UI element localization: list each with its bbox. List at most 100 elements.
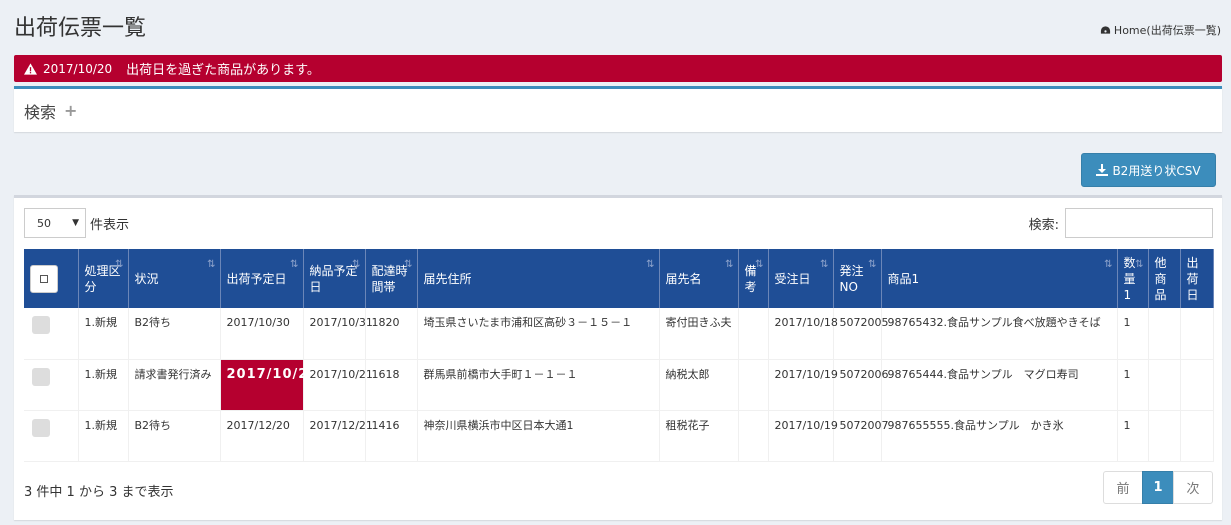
column-header-recipient[interactable]: 届先名 ⇅ (659, 249, 739, 308)
sort-icon: ⇅ (115, 259, 124, 270)
column-header-address[interactable]: 届先住所 ⇅ (417, 249, 660, 308)
page-length-suffix: 件表示 (90, 217, 130, 233)
cell-order-no: 5072007 (833, 410, 889, 462)
cell-process: 1.新規 (78, 410, 129, 462)
table-row[interactable]: 1.新規 B2待ち 2017/12/20 2017/12/21 1416 神奈川… (24, 410, 1214, 462)
table-filter-control: 検索: (1029, 208, 1213, 238)
cell-recipient: 租税花子 (659, 410, 739, 462)
sort-icon: ⇅ (725, 259, 734, 270)
column-header-product[interactable]: 商品1 ⇅ (881, 249, 1118, 308)
cell-recipient: 納税太郎 (659, 359, 739, 411)
row-checkbox[interactable] (32, 367, 50, 386)
cell-recipient: 寄付田きふ夫 (659, 308, 739, 360)
sort-icon: ⇅ (646, 259, 655, 270)
sort-icon: ⇅ (755, 259, 764, 270)
cell-note (738, 359, 769, 411)
cell-ship-date: 2017/10/30 (220, 308, 304, 360)
overdue-alert: 2017/10/20 出荷日を過ぎた商品があります。 (14, 55, 1222, 82)
alert-date: 2017/10/20 (43, 61, 113, 76)
pagination-prev-button[interactable]: 前 (1103, 471, 1143, 504)
column-header-ship-date[interactable]: 出荷予定日 ⇅ (220, 249, 304, 308)
page-length-value: 50 (37, 216, 51, 230)
dashboard-icon (1100, 26, 1111, 34)
table-info: 3 件中 1 から 3 まで表示 (24, 485, 174, 500)
cell-address: 神奈川県横浜市中区日本大通1 (417, 410, 660, 462)
sort-icon: ⇅ (1135, 259, 1144, 270)
cell-order-date: 2017/10/19 (768, 410, 838, 462)
column-header-note[interactable]: 備考 ⇅ (738, 249, 769, 308)
table-row[interactable]: 1.新規 請求書発行済み 2017/10/20 2017/10/21 1618 … (24, 359, 1214, 411)
cell-order-date: 2017/10/18 (768, 308, 838, 360)
column-header-order-no[interactable]: 発注NO ⇅ (833, 249, 882, 308)
cell-other-products (1148, 359, 1181, 411)
column-header-other-products[interactable]: 他商品 (1148, 249, 1181, 308)
cell-process: 1.新規 (78, 359, 129, 411)
select-all-header[interactable] (24, 249, 79, 308)
shipment-table: 処理区分 ⇅ 状況 ⇅ 出荷予定日 ⇅ 納品予定日 ⇅ 配達時間帯 ⇅ 届先住所 ⇅ 届先名… (24, 249, 1214, 462)
search-panel[interactable]: 検索 + (14, 86, 1222, 132)
column-header-status[interactable]: 状況 ⇅ (128, 249, 221, 308)
cell-note (738, 308, 769, 360)
checkbox-icon (40, 274, 48, 283)
breadcrumb-home-link[interactable]: Home(出荷伝票一覧) (1114, 22, 1221, 38)
caret-down-icon: ▼ (72, 218, 79, 228)
shipment-list-box: 50 ▼ 件表示 検索: 処理区分 ⇅ 状況 ⇅ 出荷予定日 ⇅ 納品予定日 ⇅ 配達時… (14, 195, 1222, 520)
cell-order-no: 5072005 (833, 308, 889, 360)
alert-message: 出荷日を過ぎた商品があります。 (126, 63, 320, 78)
table-filter-input[interactable] (1065, 208, 1213, 238)
plus-icon[interactable]: + (64, 101, 77, 120)
cell-other-products (1148, 308, 1181, 360)
row-select-cell[interactable] (24, 410, 79, 462)
sort-icon: ⇅ (352, 259, 361, 270)
pagination-next-button[interactable]: 次 (1173, 471, 1213, 504)
select-all-checkbox[interactable] (30, 264, 58, 293)
page-length-control: 50 ▼ 件表示 (24, 208, 129, 238)
column-header-shipped-date[interactable]: 出荷日 (1180, 249, 1214, 308)
cell-note (738, 410, 769, 462)
column-header-process[interactable]: 処理区分 ⇅ (78, 249, 129, 308)
cell-process: 1.新規 (78, 308, 129, 360)
cell-product: 98765432.食品サンプル食べ放題やきそば (881, 308, 1118, 360)
row-select-cell[interactable] (24, 308, 79, 360)
sort-icon: ⇅ (404, 259, 413, 270)
cell-delivery-date: 2017/10/31 (303, 308, 373, 360)
search-panel-title: 検索 (24, 102, 57, 122)
warning-icon (24, 62, 37, 75)
pagination-page-1[interactable]: 1 (1142, 471, 1174, 504)
row-checkbox[interactable] (32, 316, 50, 334)
cell-product: 98765444.食品サンプル マグロ寿司 (881, 359, 1118, 411)
cell-shipped-date (1180, 410, 1214, 462)
cell-time-slot: 1820 (365, 308, 418, 360)
cell-order-no: 5072006 (833, 359, 889, 411)
cell-delivery-date: 2017/12/21 (303, 410, 373, 462)
cell-status: B2待ち (128, 410, 221, 462)
sort-icon: ⇅ (1104, 259, 1113, 270)
download-icon (1096, 164, 1109, 176)
column-header-delivery-date[interactable]: 納品予定日 ⇅ (303, 249, 366, 308)
cell-time-slot: 1618 (365, 359, 418, 411)
cell-address: 群馬県前橋市大手町１－１－１ (417, 359, 660, 411)
page-length-select[interactable]: 50 ▼ (24, 208, 86, 238)
cell-time-slot: 1416 (365, 410, 418, 462)
row-select-cell[interactable] (24, 359, 79, 411)
row-checkbox[interactable] (32, 418, 50, 437)
b2-csv-download-button[interactable]: B2用送り状CSV (1081, 153, 1216, 187)
column-header-qty[interactable]: 数量1 ⇅ (1117, 249, 1149, 308)
cell-shipped-date (1180, 308, 1214, 360)
cell-qty: 1 (1117, 410, 1149, 462)
pagination: 前 1 次 (1103, 471, 1213, 504)
sort-icon: ⇅ (868, 259, 877, 270)
table-row[interactable]: 1.新規 B2待ち 2017/10/30 2017/10/31 1820 埼玉県… (24, 308, 1214, 360)
column-header-time-slot[interactable]: 配達時間帯 ⇅ (365, 249, 418, 308)
table-header-row: 処理区分 ⇅ 状況 ⇅ 出荷予定日 ⇅ 納品予定日 ⇅ 配達時間帯 ⇅ 届先住所 ⇅ 届先名… (24, 249, 1214, 308)
cell-order-date: 2017/10/19 (768, 359, 838, 411)
csv-button-label: B2用送り状CSV (1112, 163, 1201, 178)
table-filter-label: 検索: (1028, 217, 1059, 233)
cell-status: 請求書発行済み (128, 359, 221, 411)
cell-shipped-date (1180, 359, 1214, 411)
sort-icon: ⇅ (820, 259, 829, 270)
column-header-order-date[interactable]: 受注日 ⇅ (768, 249, 834, 308)
cell-ship-date: 2017/12/20 (220, 410, 304, 462)
cell-product: 987655555.食品サンプル かき氷 (881, 410, 1118, 462)
breadcrumb[interactable]: Home(出荷伝票一覧) (1100, 22, 1221, 38)
